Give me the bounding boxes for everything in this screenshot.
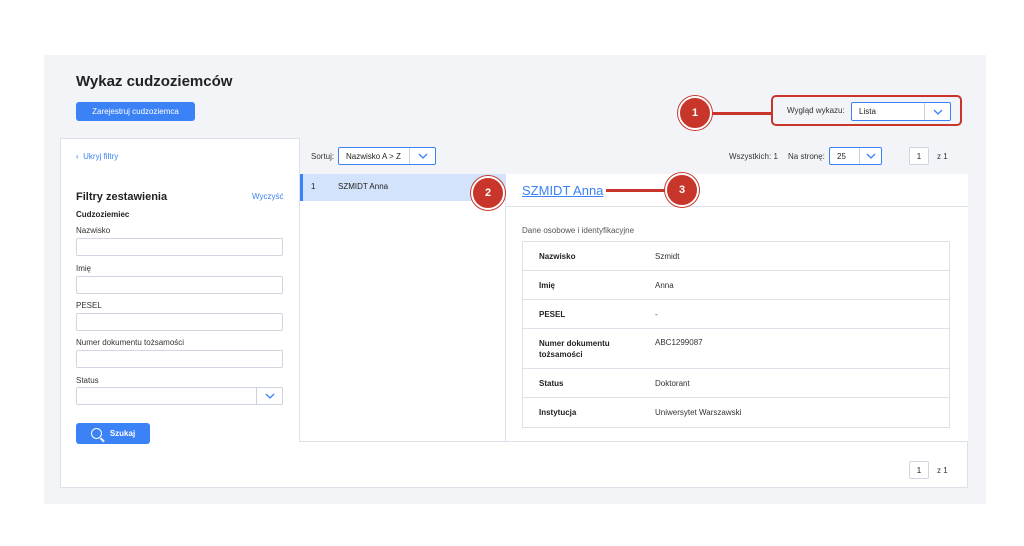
per-page-value: 25 (837, 151, 846, 161)
table-key: Numer dokumentu tożsamości (539, 339, 610, 359)
detail-name-link[interactable]: SZMIDT Anna (522, 183, 603, 198)
first-name-input[interactable] (76, 276, 283, 294)
table-value: ABC1299087 (655, 338, 703, 347)
table-key: Imię (539, 280, 556, 290)
table-value: Szmidt (655, 251, 680, 261)
page-total: z 1 (937, 152, 948, 161)
results-list (300, 174, 506, 441)
table-key: Nazwisko (539, 251, 576, 261)
chevron-down-icon (256, 388, 282, 404)
per-page-select[interactable]: 25 (829, 147, 882, 165)
chevron-left-icon: ‹ (76, 152, 79, 161)
list-item-number: 1 (311, 182, 316, 191)
bottom-page-number-input[interactable]: 1 (909, 461, 929, 479)
hide-filters-label: Ukryj filtry (83, 152, 119, 161)
table-key: Status (539, 378, 564, 388)
table-row: PESEL - (523, 300, 949, 329)
surname-label: Nazwisko (76, 226, 111, 235)
table-key: PESEL (539, 309, 566, 319)
page-title: Wykaz cudzoziemców (76, 73, 233, 90)
annotation-badge-3: 3 (665, 173, 699, 207)
filters-title: Filtry zestawienia (76, 191, 168, 203)
surname-input[interactable] (76, 238, 283, 256)
table-row: Status Doktorant (523, 369, 949, 398)
table-row: Imię Anna (523, 271, 949, 300)
table-value: Doktorant (655, 378, 690, 388)
table-key: Instytucja (539, 408, 577, 417)
pesel-label: PESEL (76, 301, 102, 310)
status-select[interactable] (76, 387, 283, 405)
view-mode-select[interactable]: Lista (851, 102, 951, 121)
annotation-badge-2: 2 (471, 176, 505, 210)
chevron-down-icon (859, 148, 881, 164)
view-mode-value: Lista (859, 107, 876, 116)
table-row: Instytucja Uniwersytet Warszawski (523, 398, 949, 427)
document-number-label: Numer dokumentu tożsamości (76, 338, 185, 347)
table-value: Anna (655, 280, 674, 290)
bottom-page-total: z 1 (937, 466, 948, 475)
page-number-input[interactable]: 1 (909, 147, 929, 165)
table-row: Numer dokumentu tożsamości ABC1299087 (523, 329, 949, 369)
clear-filters-link[interactable]: Wyczyść (252, 192, 283, 201)
search-button-label: Szukaj (109, 429, 136, 438)
sort-label: Sortuj: (311, 152, 335, 161)
detail-section-title: Dane osobowe i identyfikacyjne (522, 226, 635, 235)
table-row: Nazwisko Szmidt (523, 242, 949, 271)
register-foreigner-button[interactable]: Zarejestruj cudzoziemca (76, 102, 195, 121)
pesel-input[interactable] (76, 313, 283, 331)
first-name-label: Imię (76, 264, 92, 273)
chevron-down-icon (924, 103, 950, 120)
annotation-badge-1: 1 (678, 96, 712, 130)
total-count: Wszystkich: 1 (729, 152, 778, 161)
annotation-1-pointer (712, 112, 772, 115)
status-label: Status (76, 376, 99, 385)
list-item-name: SZMIDT Anna (338, 182, 389, 191)
detail-table: Nazwisko Szmidt Imię Anna PESEL - Numer … (522, 241, 950, 428)
search-icon (90, 428, 102, 439)
chevron-down-icon (409, 148, 435, 164)
annotation-3-pointer (606, 189, 666, 192)
view-mode-label: Wygląd wykazu: (787, 106, 845, 115)
sort-select-value: Nazwisko A > Z (346, 151, 401, 161)
hide-filters-link[interactable]: ‹ Ukryj filtry (76, 152, 118, 161)
per-page-label: Na stronę: (788, 152, 825, 161)
filters-subtitle: Cudzoziemiec (76, 210, 130, 219)
table-value: Uniwersytet Warszawski (655, 408, 742, 417)
table-value: - (655, 309, 658, 319)
sort-select[interactable]: Nazwisko A > Z (338, 147, 436, 165)
search-button[interactable]: Szukaj (76, 423, 150, 444)
detail-divider (506, 206, 968, 207)
document-number-input[interactable] (76, 350, 283, 368)
